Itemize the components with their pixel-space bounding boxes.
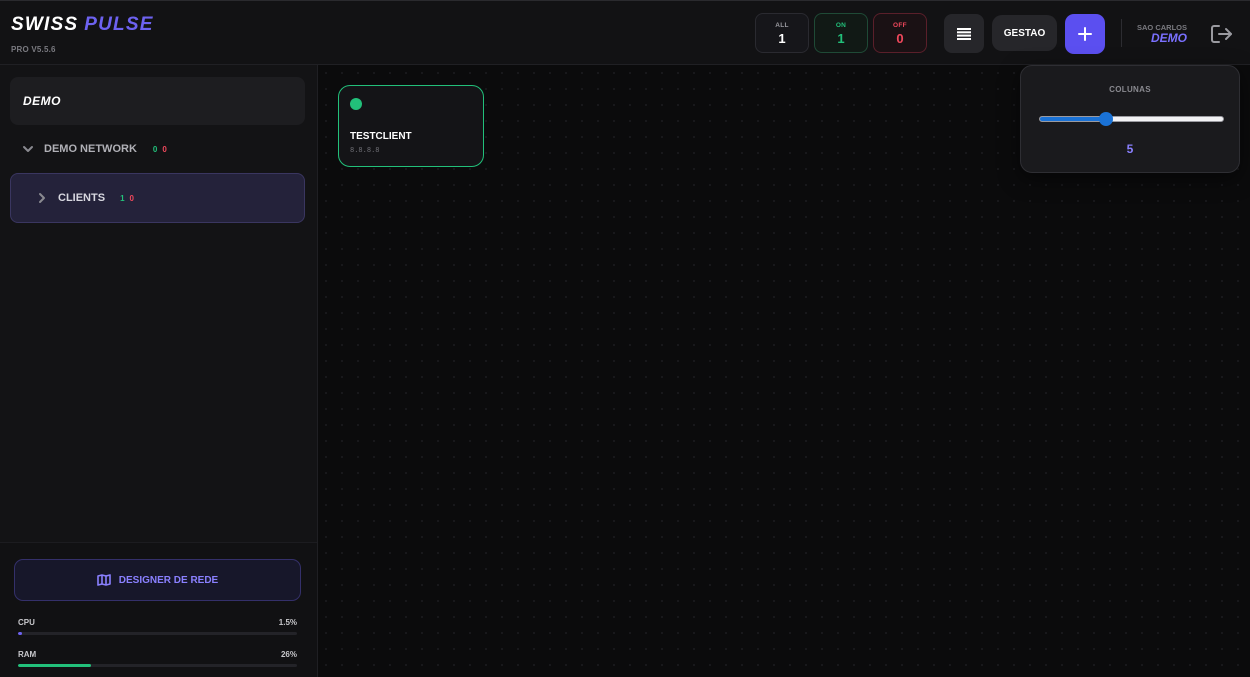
- columns-slider-thumb[interactable]: [1099, 112, 1114, 126]
- cpu-label: CPU: [18, 618, 35, 627]
- columns-value: 5: [1126, 142, 1134, 156]
- group-offline-count: 0: [129, 193, 134, 203]
- group-online-count: 1: [120, 193, 125, 203]
- cpu-bar-fill: [18, 632, 23, 635]
- stat-off-label: OFF: [893, 22, 907, 29]
- app-logo: SWISS PULSE: [11, 14, 154, 36]
- cpu-meter: CPU 1.5%: [18, 618, 297, 635]
- device-card[interactable]: TESTCLIENT 8.8.8.8: [338, 85, 484, 167]
- columns-slider-fill: [1040, 117, 1107, 121]
- ram-bar-fill: [18, 664, 91, 667]
- sidebar-footer: DESIGNER DE REDE CPU 1.5% RAM 26%: [0, 542, 317, 677]
- logo-part-2: PULSE: [84, 14, 154, 35]
- group-tree-item-clients[interactable]: CLIENTS 1 0: [10, 173, 305, 223]
- columns-slider-track: [1039, 116, 1224, 122]
- org-selector[interactable]: DEMO: [10, 77, 305, 125]
- cpu-value: 1.5%: [278, 618, 297, 627]
- network-designer-label: DESIGNER DE REDE: [118, 574, 219, 586]
- top-bar: SWISS PULSE PRO V5.5.6 ALL 1 ON 1 OFF 0 G…: [0, 0, 1250, 65]
- gestao-button[interactable]: GESTAO: [992, 15, 1057, 51]
- stat-all-button[interactable]: ALL 1: [755, 13, 809, 53]
- stat-off-value: 0: [896, 31, 904, 46]
- ram-label: RAM: [18, 650, 37, 659]
- map-icon: [96, 574, 111, 586]
- cpu-bar-track: [18, 632, 297, 635]
- header-divider: [1121, 19, 1122, 47]
- logout-icon: [1211, 25, 1232, 43]
- network-tree-item[interactable]: DEMO NETWORK 0 0: [22, 141, 167, 157]
- network-label: DEMO NETWORK: [44, 143, 137, 155]
- logout-button[interactable]: [1210, 23, 1234, 45]
- sidebar: DEMO DEMO NETWORK 0 0 CLIENTS 1 0 DESIGN…: [0, 65, 318, 677]
- network-offline-count: 0: [162, 144, 167, 154]
- ram-meter: RAM 26%: [18, 650, 297, 667]
- stat-on-label: ON: [835, 22, 847, 29]
- columns-popover: COLUNAS 5: [1020, 65, 1240, 173]
- stat-on-value: 1: [837, 31, 845, 46]
- app-version: PRO V5.5.6: [11, 45, 56, 54]
- columns-slider[interactable]: [1039, 112, 1224, 126]
- user-name: DEMO: [1151, 31, 1187, 45]
- ram-bar-track: [18, 664, 297, 667]
- stat-on-button[interactable]: ON 1: [814, 13, 868, 53]
- layout-menu-button[interactable]: [944, 14, 984, 53]
- ram-value: 26%: [280, 650, 297, 659]
- logo-part-1: SWISS: [11, 14, 79, 35]
- status-indicator: [350, 98, 362, 110]
- group-label: CLIENTS: [58, 192, 106, 204]
- list-icon: [957, 27, 971, 40]
- app-root: SWISS PULSE PRO V5.5.6 ALL 1 ON 1 OFF 0 G…: [0, 0, 1250, 677]
- network-designer-button[interactable]: DESIGNER DE REDE: [14, 559, 301, 601]
- plus-icon: [1078, 27, 1092, 41]
- org-name: DEMO: [23, 94, 61, 108]
- device-ip: 8.8.8.8: [350, 146, 380, 154]
- columns-title: COLUNAS: [1109, 85, 1151, 94]
- add-device-button[interactable]: [1065, 14, 1105, 54]
- stat-all-label: ALL: [775, 22, 789, 29]
- chevron-right-icon: [39, 193, 45, 203]
- network-online-count: 0: [152, 144, 158, 154]
- device-name: TESTCLIENT: [350, 131, 412, 142]
- chevron-down-icon: [23, 146, 33, 152]
- stat-off-button[interactable]: OFF 0: [873, 13, 927, 53]
- stat-all-value: 1: [778, 31, 786, 46]
